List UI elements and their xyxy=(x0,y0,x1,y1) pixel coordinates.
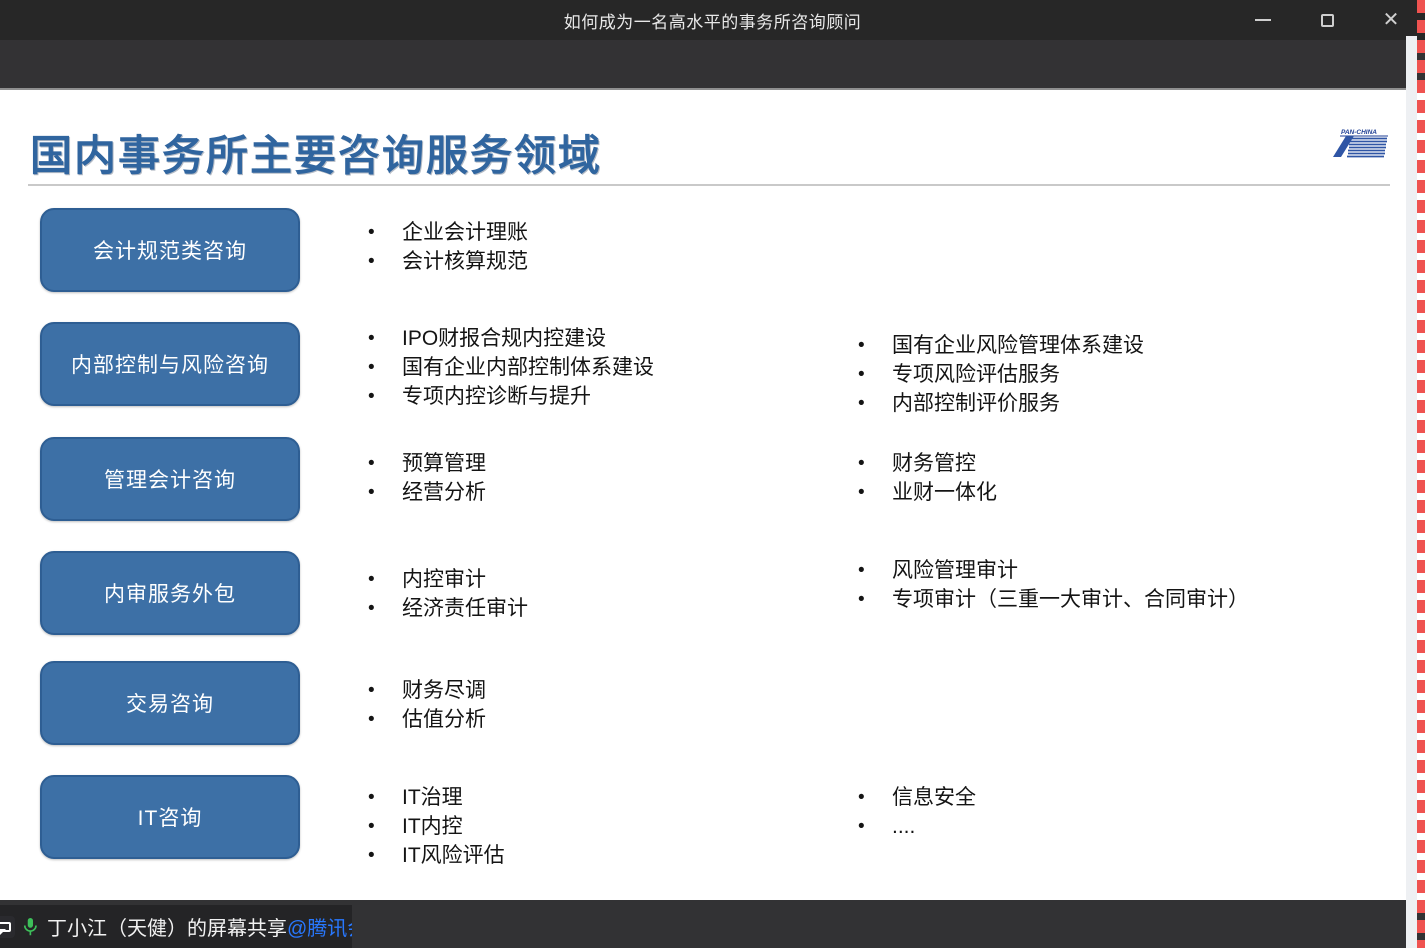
service-list-right: 风险管理审计 专项审计（三重一大审计、合同审计） xyxy=(858,556,1249,614)
service-item: 经营分析 xyxy=(368,478,486,507)
screen-share-statusbar: 丁小江（天健）的屏幕共享 @腾讯会议 xyxy=(0,900,1425,948)
category-label: IT咨询 xyxy=(138,802,203,832)
category-button-internal-control-risk: 内部控制与风险咨询 xyxy=(40,322,300,406)
service-item: 企业会计理账 xyxy=(368,218,528,247)
chat-bubble-icon xyxy=(0,922,11,932)
category-label: 内部控制与风险咨询 xyxy=(71,349,269,379)
close-icon: ✕ xyxy=(1383,10,1400,30)
share-border-indicator xyxy=(1417,0,1425,948)
category-button-internal-audit-outsourcing: 内审服务外包 xyxy=(40,551,300,635)
window-title: 如何成为一名高水平的事务所咨询顾问 xyxy=(564,8,862,33)
service-list-left: IT治理 IT内控 IT风险评估 xyxy=(368,783,505,870)
category-label: 管理会计咨询 xyxy=(104,464,236,494)
service-list-left: 企业会计理账 会计核算规范 xyxy=(368,218,528,276)
service-list-left: 财务尽调 估值分析 xyxy=(368,676,486,734)
service-list-right: 信息安全 .... xyxy=(858,783,976,841)
screen-edge-strip xyxy=(1406,36,1417,948)
service-item: IT治理 xyxy=(368,783,505,812)
service-item: 会计核算规范 xyxy=(368,247,528,276)
service-item: 预算管理 xyxy=(368,449,486,478)
slide-title: 国内事务所主要咨询服务领域 xyxy=(30,122,602,183)
service-item: IPO财报合规内控建设 xyxy=(368,324,654,353)
service-item: 专项风险评估服务 xyxy=(858,360,1144,389)
share-info-box: 丁小江（天健）的屏幕共享 @腾讯会议 xyxy=(0,905,352,948)
slide-canvas: 国内事务所主要咨询服务领域 PAN-CHINA 会计规范类咨询 企业会计理账 会… xyxy=(0,90,1425,900)
tencent-meeting-shared-screen-window: 如何成为一名高水平的事务所咨询顾问 ✕ 国内事务所主要咨询服务领域 PAN-CH… xyxy=(0,0,1425,948)
window-controls: ✕ xyxy=(1249,0,1405,40)
service-item: 内控审计 xyxy=(368,565,528,594)
service-item: 专项审计（三重一大审计、合同审计） xyxy=(858,585,1249,614)
category-label: 会计规范类咨询 xyxy=(93,235,247,265)
pan-china-logo: PAN-CHINA xyxy=(1326,126,1392,160)
share-presenter-text: 丁小江（天健）的屏幕共享 xyxy=(47,912,287,941)
service-list-left: IPO财报合规内控建设 国有企业内部控制体系建设 专项内控诊断与提升 xyxy=(368,324,654,411)
presentation-toolbar-band xyxy=(0,40,1425,90)
service-item: 国有企业风险管理体系建设 xyxy=(858,331,1144,360)
minimize-icon xyxy=(1255,19,1271,21)
microphone-icon xyxy=(21,914,39,940)
maximize-button[interactable] xyxy=(1313,0,1341,40)
category-button-transaction-consulting: 交易咨询 xyxy=(40,661,300,745)
close-button[interactable]: ✕ xyxy=(1377,0,1405,40)
category-button-it-consulting: IT咨询 xyxy=(40,775,300,859)
service-item: 经济责任审计 xyxy=(368,594,528,623)
title-divider xyxy=(28,184,1390,186)
service-item: 风险管理审计 xyxy=(858,556,1249,585)
logo-text: PAN-CHINA xyxy=(1341,129,1377,136)
service-item: .... xyxy=(858,812,976,841)
category-button-management-accounting: 管理会计咨询 xyxy=(40,437,300,521)
service-item: IT风险评估 xyxy=(368,841,505,870)
category-button-accounting-standards: 会计规范类咨询 xyxy=(40,208,300,292)
service-list-right: 财务管控 业财一体化 xyxy=(858,449,997,507)
service-item: 估值分析 xyxy=(368,705,486,734)
service-item: 业财一体化 xyxy=(858,478,997,507)
service-item: 财务尽调 xyxy=(368,676,486,705)
service-item: 国有企业内部控制体系建设 xyxy=(368,353,654,382)
service-item: IT内控 xyxy=(368,812,505,841)
service-item: 财务管控 xyxy=(858,449,997,478)
service-list-left: 预算管理 经营分析 xyxy=(368,449,486,507)
service-list-left: 内控审计 经济责任审计 xyxy=(368,565,528,623)
service-item: 专项内控诊断与提升 xyxy=(368,382,654,411)
category-label: 交易咨询 xyxy=(126,688,214,718)
tencent-meeting-link[interactable]: @腾讯会议 xyxy=(287,912,352,941)
minimize-button[interactable] xyxy=(1249,0,1277,40)
service-item: 信息安全 xyxy=(858,783,976,812)
category-label: 内审服务外包 xyxy=(104,578,236,608)
maximize-icon xyxy=(1321,14,1334,27)
meeting-app-icon xyxy=(0,916,15,938)
window-titlebar: 如何成为一名高水平的事务所咨询顾问 ✕ xyxy=(0,0,1425,40)
service-item: 内部控制评价服务 xyxy=(858,389,1144,418)
service-list-right: 国有企业风险管理体系建设 专项风险评估服务 内部控制评价服务 xyxy=(858,331,1144,418)
